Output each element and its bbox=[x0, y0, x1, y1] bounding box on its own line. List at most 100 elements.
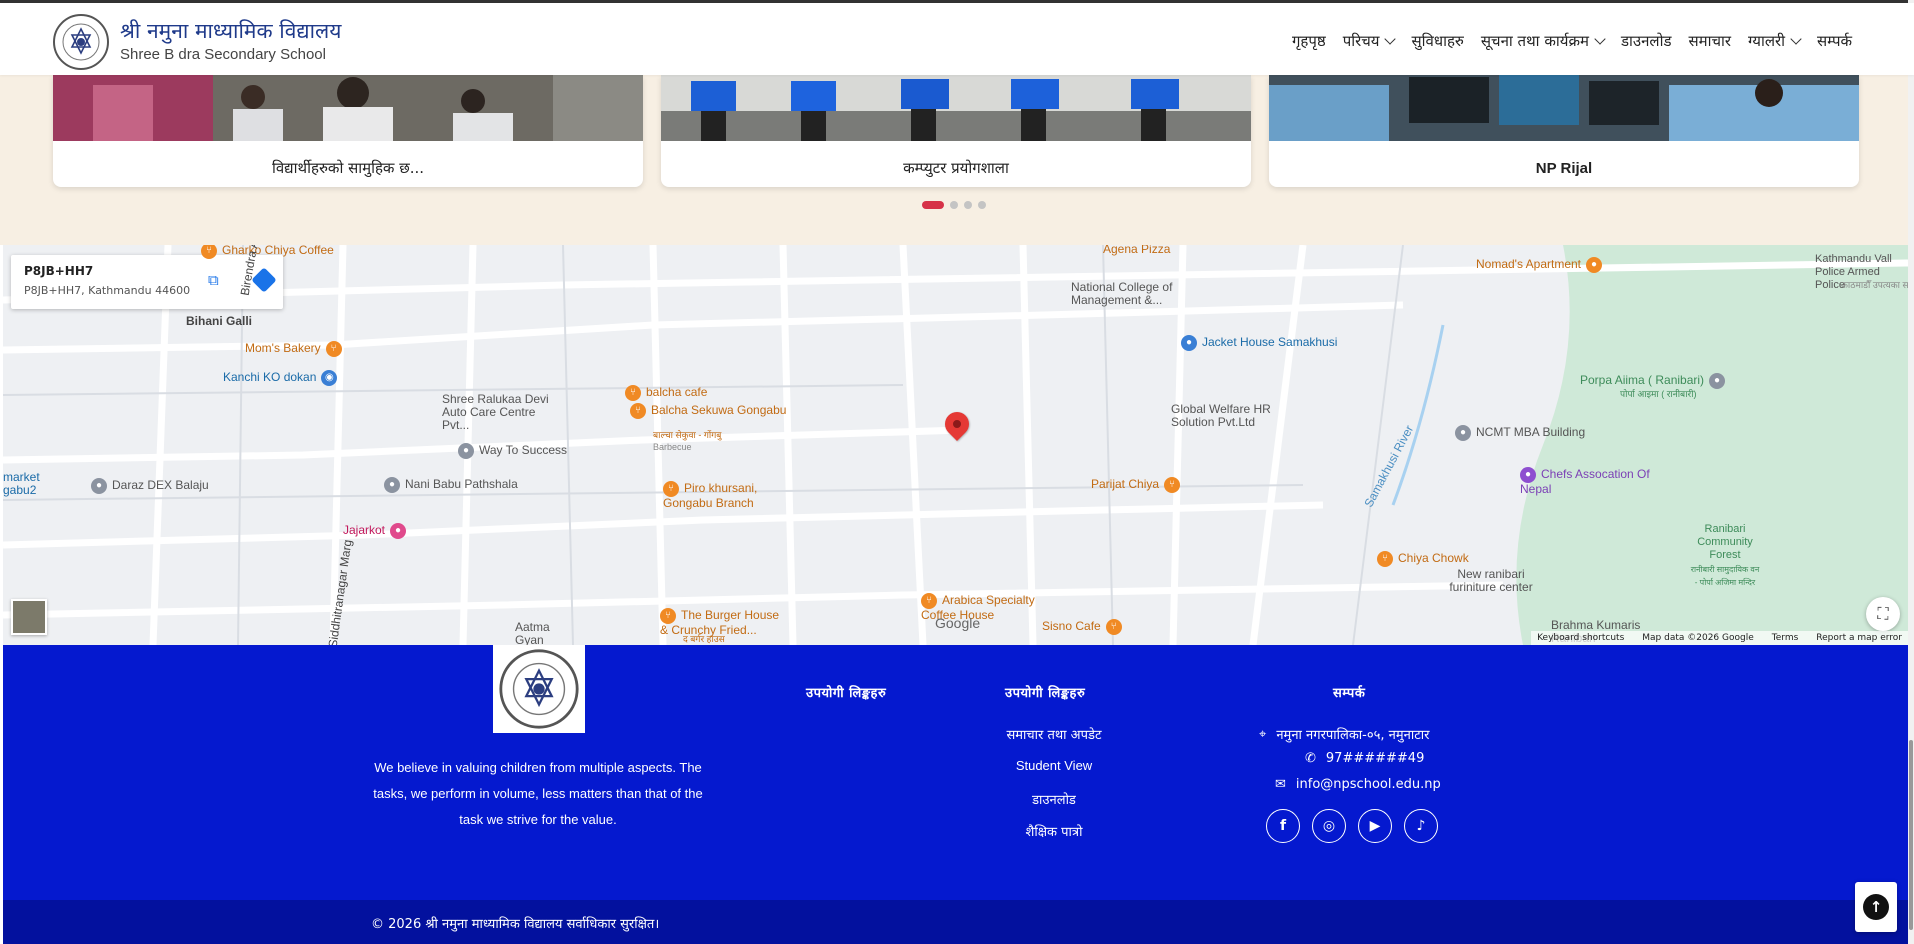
open-in-maps-icon[interactable]: ⧉ bbox=[208, 271, 226, 289]
gallery-card[interactable]: कम्प्युटर प्रयोगशाला bbox=[661, 75, 1251, 187]
gallery-caption: कम्प्युटर प्रयोगशाला bbox=[903, 159, 1009, 177]
map-place-label-devanagari: पोर्पा आइमा ( रानीबारी) bbox=[1620, 389, 1697, 399]
map-place[interactable]: ● Chefs Assocation Of Nepal bbox=[1520, 467, 1650, 496]
map-place[interactable]: Ranibari Community Forest bbox=[1685, 523, 1765, 562]
facebook-icon[interactable]: f bbox=[1266, 809, 1300, 843]
carousel-dot[interactable] bbox=[950, 201, 958, 209]
map-place-category: Barbecue bbox=[653, 442, 692, 452]
map-place[interactable]: Shree Ralukaa Devi Auto Care Centre Pvt.… bbox=[442, 393, 562, 432]
map-place-label: Parijat Chiya bbox=[1091, 477, 1160, 492]
keyboard-shortcuts-link[interactable]: Keyboard shortcuts bbox=[1537, 633, 1624, 643]
map-attribution: Keyboard shortcuts Map data ©2026 Google… bbox=[1531, 631, 1908, 645]
map-place[interactable]: Parijat Chiya ⑂ bbox=[1091, 477, 1185, 493]
map-place[interactable]: ● Nani Babu Pathshala bbox=[384, 477, 518, 493]
map-street-label: Bihani Galli bbox=[186, 314, 253, 328]
nav-about[interactable]: परिचय bbox=[1342, 31, 1397, 51]
nav-home[interactable]: गृहपृष्ठ bbox=[1292, 31, 1326, 51]
tiktok-icon[interactable]: ♪ bbox=[1404, 809, 1438, 843]
satellite-toggle[interactable] bbox=[11, 599, 47, 635]
map-place[interactable]: ⑂ Gharko Chiya Coffee bbox=[201, 245, 334, 259]
carousel-dot-active[interactable] bbox=[922, 201, 944, 209]
nav-contact[interactable]: सम्पर्क bbox=[1817, 31, 1852, 51]
email-icon: ✉ bbox=[1275, 777, 1286, 792]
carousel-dot[interactable] bbox=[978, 201, 986, 209]
nav-news[interactable]: समाचार bbox=[1688, 31, 1731, 51]
plus-code: P8JB+HH7 bbox=[24, 264, 94, 278]
map-place[interactable]: New ranibari furiniture center bbox=[1441, 568, 1541, 594]
school-icon: ● bbox=[458, 443, 474, 459]
map-place-label: Gharko Chiya Coffee bbox=[222, 245, 334, 258]
footer-link-calendar[interactable]: शैक्षिक पात्रो bbox=[954, 822, 1154, 840]
map-place[interactable]: Nomad's Apartment ● bbox=[1476, 257, 1607, 273]
map-place[interactable]: ⑂ Balcha Sekuwa Gongabu bbox=[630, 403, 786, 419]
instagram-icon[interactable]: ◎ bbox=[1312, 809, 1346, 843]
contact-phone[interactable]: ✆ 97######49 bbox=[1305, 751, 1424, 766]
map-place-label: Nani Babu Pathshala bbox=[405, 477, 518, 492]
google-map[interactable]: P8JB+HH7 P8JB+HH7, Kathmandu 44600 ⧉ ⑂ Gh… bbox=[3, 245, 1908, 645]
map-place[interactable]: market gabu2 bbox=[3, 471, 43, 497]
nav-facilities[interactable]: सुविधाहरु bbox=[1411, 31, 1463, 51]
nav-download[interactable]: डाउनलोड bbox=[1621, 31, 1672, 51]
map-place[interactable]: Jajarkot ● bbox=[343, 523, 411, 539]
map-place[interactable]: ● Daraz DEX Balaju bbox=[91, 478, 209, 494]
nav-notices[interactable]: सूचना तथा कार्यक्रम bbox=[1481, 31, 1606, 51]
map-data-credit: Map data ©2026 Google bbox=[1642, 633, 1754, 643]
map-place[interactable]: ● Way To Success bbox=[458, 443, 567, 459]
map-place[interactable]: Mom's Bakery ⑂ bbox=[245, 341, 347, 357]
footer-link-student-view[interactable]: Student View bbox=[954, 758, 1154, 773]
map-place[interactable]: ⑂ Chiya Chowk bbox=[1377, 551, 1469, 567]
map-place[interactable]: ● NCMT MBA Building bbox=[1455, 425, 1585, 441]
map-place-label: Global Welfare HR Solution Pvt.Ltd bbox=[1171, 402, 1271, 429]
map-place-label: New ranibari furiniture center bbox=[1449, 567, 1533, 594]
shopping-cart-icon: ● bbox=[1181, 335, 1197, 351]
map-place[interactable]: ⑂ balcha cafe bbox=[625, 385, 707, 401]
map-place[interactable]: Sisno Cafe ⑂ bbox=[1042, 619, 1127, 635]
arrow-up-icon: ↑ bbox=[1863, 894, 1889, 920]
school-name-english: Shree B dra Secondary School bbox=[120, 46, 326, 63]
nav-facilities-label: सुविधाहरु bbox=[1411, 32, 1464, 50]
chevron-down-icon bbox=[1384, 33, 1397, 45]
carousel-dot[interactable] bbox=[964, 201, 972, 209]
cafe-icon: ⑂ bbox=[625, 385, 641, 401]
terms-link[interactable]: Terms bbox=[1772, 633, 1799, 643]
footer-link-download[interactable]: डाउनलोड bbox=[954, 790, 1154, 808]
carousel-dots bbox=[922, 201, 986, 209]
map-place[interactable]: Porpa Aiima ( Ranibari) ● bbox=[1580, 373, 1730, 389]
map-place[interactable]: Aatma Gyan Prachar Sam bbox=[515, 621, 575, 646]
map-place[interactable]: Global Welfare HR Solution Pvt.Ltd bbox=[1171, 403, 1291, 429]
location-icon: ⌖ bbox=[1259, 726, 1267, 742]
address-text: नमुना नगरपालिका-०५, नमुनाटार bbox=[1276, 728, 1430, 743]
restaurant-icon: ⑂ bbox=[660, 608, 676, 624]
gallery-card[interactable]: NP Rijal bbox=[1269, 75, 1859, 187]
back-to-top-button[interactable]: ↑ bbox=[1855, 882, 1897, 932]
map-place-label: Sisno Cafe bbox=[1042, 619, 1101, 634]
scrollbar-thumb[interactable] bbox=[1909, 740, 1913, 930]
map-place[interactable]: National College of Management &... bbox=[1071, 281, 1191, 307]
map-place-label: Chiya Chowk bbox=[1398, 551, 1469, 566]
nav-gallery[interactable]: ग्यालरी bbox=[1748, 31, 1802, 51]
contact-email[interactable]: ✉ info@npschool.edu.np bbox=[1275, 777, 1441, 792]
map-address: P8JB+HH7, Kathmandu 44600 bbox=[24, 284, 191, 297]
school-name[interactable]: श्री नमुना माध्यामिक विद्यालय bbox=[120, 17, 341, 45]
map-place-label: Daraz DEX Balaju bbox=[112, 478, 209, 493]
map-place[interactable]: ⑂ Piro khursani, Gongabu Branch bbox=[663, 481, 783, 510]
youtube-icon[interactable]: ▶ bbox=[1358, 809, 1392, 843]
bakery-icon: ⑂ bbox=[325, 341, 342, 357]
map-place-label: market gabu2 bbox=[3, 470, 40, 497]
footer-link-news[interactable]: समाचार तथा अपडेट bbox=[954, 725, 1154, 743]
school-logo bbox=[499, 649, 579, 729]
nav-about-label: परिचय bbox=[1342, 32, 1380, 50]
copyright-text: © 2026 श्री नमुना माध्यामिक विद्यालय सर्… bbox=[371, 917, 660, 932]
restaurant-icon: ⑂ bbox=[630, 403, 646, 419]
fullscreen-icon[interactable]: ⛶ bbox=[1866, 597, 1900, 631]
map-place-label: Nomad's Apartment bbox=[1476, 257, 1582, 272]
report-error-link[interactable]: Report a map error bbox=[1816, 633, 1902, 643]
map-place-label: balcha cafe bbox=[646, 385, 708, 400]
gallery-image bbox=[53, 75, 643, 141]
map-place[interactable]: Agena Pizza bbox=[1103, 245, 1170, 256]
map-place[interactable]: ⑂ The Burger House & Crunchy Fried... bbox=[660, 608, 790, 637]
gallery-card[interactable]: विद्यार्थीहरुको सामुहिक छ... bbox=[53, 75, 643, 187]
map-place[interactable]: ● Jacket House Samakhusi bbox=[1181, 335, 1337, 351]
school-logo[interactable] bbox=[52, 13, 110, 71]
map-place[interactable]: Kanchi KO dokan ◉ bbox=[223, 370, 342, 386]
